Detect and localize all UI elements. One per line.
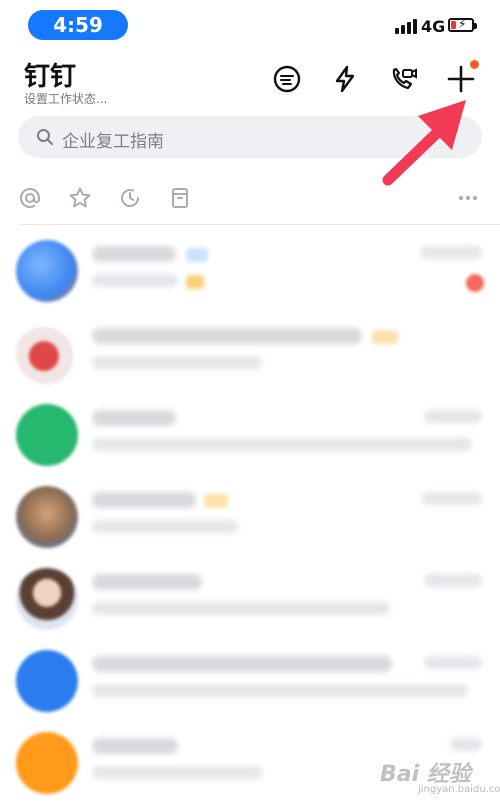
star-icon[interactable] [68,186,92,210]
avatar [16,240,78,302]
chat-list-item[interactable] [0,314,500,394]
avatar [16,486,78,548]
divider [18,224,500,225]
clock-icon[interactable] [118,186,142,210]
battery-icon: ⚡ [448,17,477,32]
chat-list-item[interactable] [0,232,500,312]
avatar [16,568,78,630]
status-time: 4:59 [28,10,128,40]
unread-badge [466,274,484,292]
notification-dot [470,60,479,69]
watermark-url: jingyan.baidu.com [418,784,500,795]
at-icon[interactable] [18,186,42,210]
chat-list-item[interactable] [0,560,500,640]
app-title: 钉钉 [24,62,77,92]
chat-list-item[interactable] [0,642,500,722]
chat-list-item[interactable] [0,478,500,558]
lightning-icon[interactable] [328,62,362,96]
archive-icon[interactable] [168,186,192,210]
arrow-annotation-icon [382,100,466,186]
status-bar: 4:59 4G ⚡ [0,0,500,48]
chat-bubble-icon[interactable] [270,62,304,96]
search-icon [37,129,53,145]
video-call-icon[interactable] [386,62,420,96]
avatar [16,404,78,466]
network-type: 4G [421,17,446,36]
work-status-link[interactable]: 设置工作状态... [24,90,107,107]
chat-list-item[interactable] [0,396,500,476]
avatar [16,650,78,712]
signal-icon [395,18,417,34]
avatar [16,732,78,794]
search-placeholder: 企业复工指南 [62,132,164,152]
avatar [16,322,78,384]
